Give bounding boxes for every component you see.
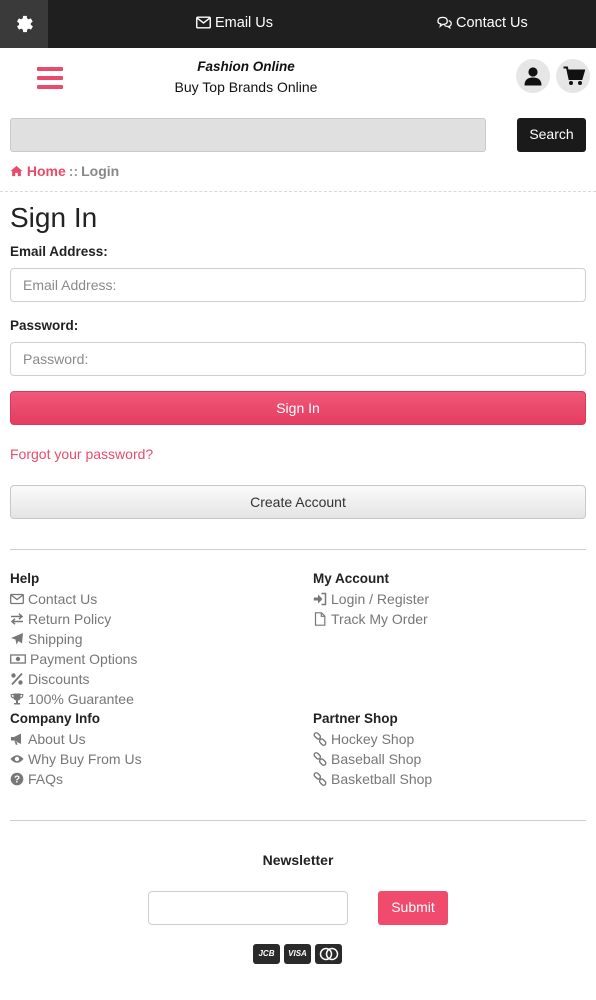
page-title: Sign In: [10, 202, 98, 233]
envelope-icon: [196, 16, 211, 29]
email-label: Email Address:: [10, 244, 108, 259]
email-us-link[interactable]: Email Us: [196, 0, 273, 48]
footer-link-why-buy[interactable]: Why Buy From Us: [10, 749, 142, 769]
breadcrumb-separator: ::: [68, 163, 79, 179]
divider: [10, 549, 586, 550]
footer-link-shipping[interactable]: Shipping: [10, 629, 83, 649]
create-account-button[interactable]: Create Account: [10, 485, 586, 519]
hamburger-bar: [37, 85, 63, 89]
forgot-password-link[interactable]: Forgot your password?: [10, 446, 153, 462]
search-button[interactable]: Search: [517, 118, 586, 152]
footer-heading-company: Company Info: [10, 711, 100, 726]
breadcrumb-current: Login: [81, 163, 120, 179]
mastercard-circles: [319, 947, 338, 961]
footer-link-return-policy[interactable]: Return Policy: [10, 609, 111, 629]
link-label: Why Buy From Us: [28, 751, 142, 767]
divider: [10, 820, 586, 821]
link-label: About Us: [28, 731, 86, 747]
password-field[interactable]: [10, 342, 586, 376]
newsletter-submit-button[interactable]: Submit: [378, 891, 448, 925]
link-label: Track My Order: [331, 611, 428, 627]
user-icon: [524, 67, 542, 86]
link-label: Hockey Shop: [331, 731, 415, 747]
link-label: 100% Guarantee: [28, 691, 134, 707]
jcb-card-icon: JCB: [253, 944, 280, 964]
footer-link-about-us[interactable]: About Us: [10, 729, 86, 749]
question-circle-icon: ?: [10, 772, 24, 786]
contact-us-label: Contact Us: [456, 15, 528, 31]
email-us-label: Email Us: [215, 15, 274, 31]
link-label: Contact Us: [28, 591, 98, 607]
footer-heading-help: Help: [10, 571, 40, 586]
newsletter-title: Newsletter: [262, 852, 334, 868]
chain-link-icon: [313, 772, 327, 786]
cart-button[interactable]: [556, 59, 590, 93]
chain-link-icon: [313, 752, 327, 766]
eye-icon: [10, 755, 24, 763]
account-button[interactable]: [516, 59, 550, 93]
brand-subtitle: Buy Top Brands Online: [174, 79, 318, 95]
password-label: Password:: [10, 318, 79, 333]
hamburger-bar: [37, 76, 63, 80]
link-label: Return Policy: [28, 611, 112, 627]
home-icon: [10, 165, 23, 177]
link-label: Payment Options: [30, 651, 138, 667]
sign-in-icon: [313, 592, 327, 606]
document-icon: [314, 612, 326, 626]
chat-bubbles-icon: [437, 16, 452, 29]
menu-toggle-button[interactable]: [37, 67, 63, 89]
link-label: FAQs: [28, 771, 64, 787]
link-label: Baseball Shop: [331, 751, 422, 767]
email-field[interactable]: [10, 268, 586, 302]
link-label: Discounts: [28, 671, 90, 687]
shopping-cart-icon: [563, 66, 585, 85]
footer-heading-partner: Partner Shop: [313, 711, 398, 726]
visa-card-icon: VISA: [284, 944, 311, 964]
plane-icon: [11, 633, 23, 645]
bullhorn-icon: [11, 733, 21, 745]
settings-button[interactable]: [0, 0, 48, 48]
percent-icon: [11, 672, 23, 686]
footer-link-faqs[interactable]: ? FAQs: [10, 769, 63, 789]
link-label: Basketball Shop: [331, 771, 433, 787]
contact-us-link[interactable]: Contact Us: [437, 0, 528, 48]
footer-link-payment-options[interactable]: Payment Options: [10, 649, 137, 669]
newsletter-email-input[interactable]: [148, 891, 348, 925]
search-input[interactable]: [10, 118, 486, 152]
sign-in-button[interactable]: Sign In: [10, 391, 586, 425]
footer-heading-account: My Account: [313, 571, 390, 586]
link-label: Login / Register: [331, 591, 430, 607]
hamburger-bar: [37, 67, 63, 71]
footer-link-login-register[interactable]: Login / Register: [313, 589, 429, 609]
footer-link-discounts[interactable]: Discounts: [10, 669, 89, 689]
footer-link-hockey-shop[interactable]: Hockey Shop: [313, 729, 414, 749]
payment-cards: JCB VISA: [253, 944, 346, 964]
mastercard-card-icon: [315, 944, 342, 964]
footer-link-track-order[interactable]: Track My Order: [313, 609, 428, 629]
footer-link-guarantee[interactable]: 100% Guarantee: [10, 689, 134, 709]
footer-link-contact-us[interactable]: Contact Us: [10, 589, 97, 609]
divider: [0, 191, 596, 192]
breadcrumb-home-link[interactable]: Home: [27, 163, 66, 179]
link-label: Shipping: [28, 631, 83, 647]
svg-text:?: ?: [14, 775, 20, 786]
brand-title[interactable]: Fashion Online: [170, 59, 322, 74]
footer-link-baseball-shop[interactable]: Baseball Shop: [313, 749, 421, 769]
trophy-icon: [10, 693, 24, 705]
footer-link-basketball-shop[interactable]: Basketball Shop: [313, 769, 432, 789]
gear-icon: [17, 15, 33, 33]
breadcrumb: Home:: Login: [10, 163, 119, 179]
envelope-icon: [10, 593, 24, 605]
money-bill-icon: [10, 654, 26, 664]
top-bar: Email Us Contact Us: [0, 0, 596, 48]
exchange-arrows-icon: [10, 613, 24, 625]
chain-link-icon: [313, 732, 327, 746]
